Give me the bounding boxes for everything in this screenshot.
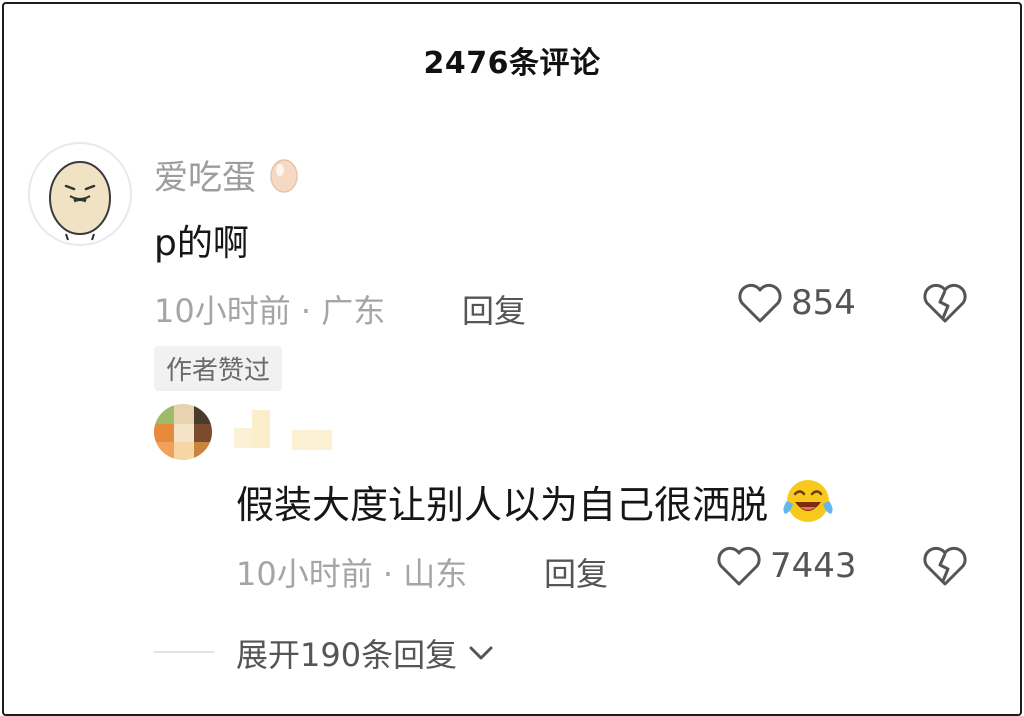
reply-text-content: 假装大度让别人以为自己很洒脱 (236, 483, 769, 527)
reply-text: 假装大度让别人以为自己很洒脱 (236, 474, 836, 529)
broken-heart-icon (923, 283, 967, 323)
expand-divider (154, 651, 214, 653)
expand-replies-label: 展开190条回复 (236, 636, 458, 674)
heart-icon (738, 283, 782, 323)
broken-heart-icon (923, 546, 967, 586)
reply-dislike-button[interactable] (922, 545, 968, 591)
username-text: 爱吃蛋 (154, 158, 256, 198)
reply-time-location: 10小时前 · 山东 (236, 555, 468, 593)
chevron-down-icon (469, 646, 493, 660)
like-button[interactable]: 854 (737, 282, 856, 324)
reply-button[interactable]: 回复 (462, 286, 526, 332)
comments-count-title: 2476条评论 (423, 46, 601, 81)
reply-avatar[interactable] (154, 404, 212, 460)
egg-emoji-icon (270, 159, 298, 193)
blurred-username-icon (234, 410, 332, 450)
avatar[interactable] (28, 142, 132, 246)
comment-text: p的啊 (154, 223, 249, 264)
comment-username[interactable]: 爱吃蛋 (154, 150, 299, 199)
egg-character-avatar-icon (49, 161, 111, 241)
reply-like-count: 7443 (770, 546, 857, 586)
author-liked-badge: 作者赞过 (154, 346, 283, 391)
heart-icon (717, 546, 761, 586)
reply-like-button[interactable]: 7443 (716, 545, 857, 587)
comment-time-location: 10小时前 · 广东 (154, 292, 386, 330)
like-count: 854 (791, 283, 856, 323)
pixelated-avatar-icon (154, 404, 212, 460)
reply-reply-button[interactable]: 回复 (544, 549, 608, 595)
comments-panel: 2476条评论 爱吃蛋 p的啊 10小时前 · 广东 回复 854 作者赞过 假… (2, 2, 1022, 716)
dislike-button[interactable] (922, 282, 968, 328)
expand-replies-button[interactable]: 展开190条回复 (236, 630, 495, 676)
laughing-crying-emoji-icon (783, 480, 833, 522)
